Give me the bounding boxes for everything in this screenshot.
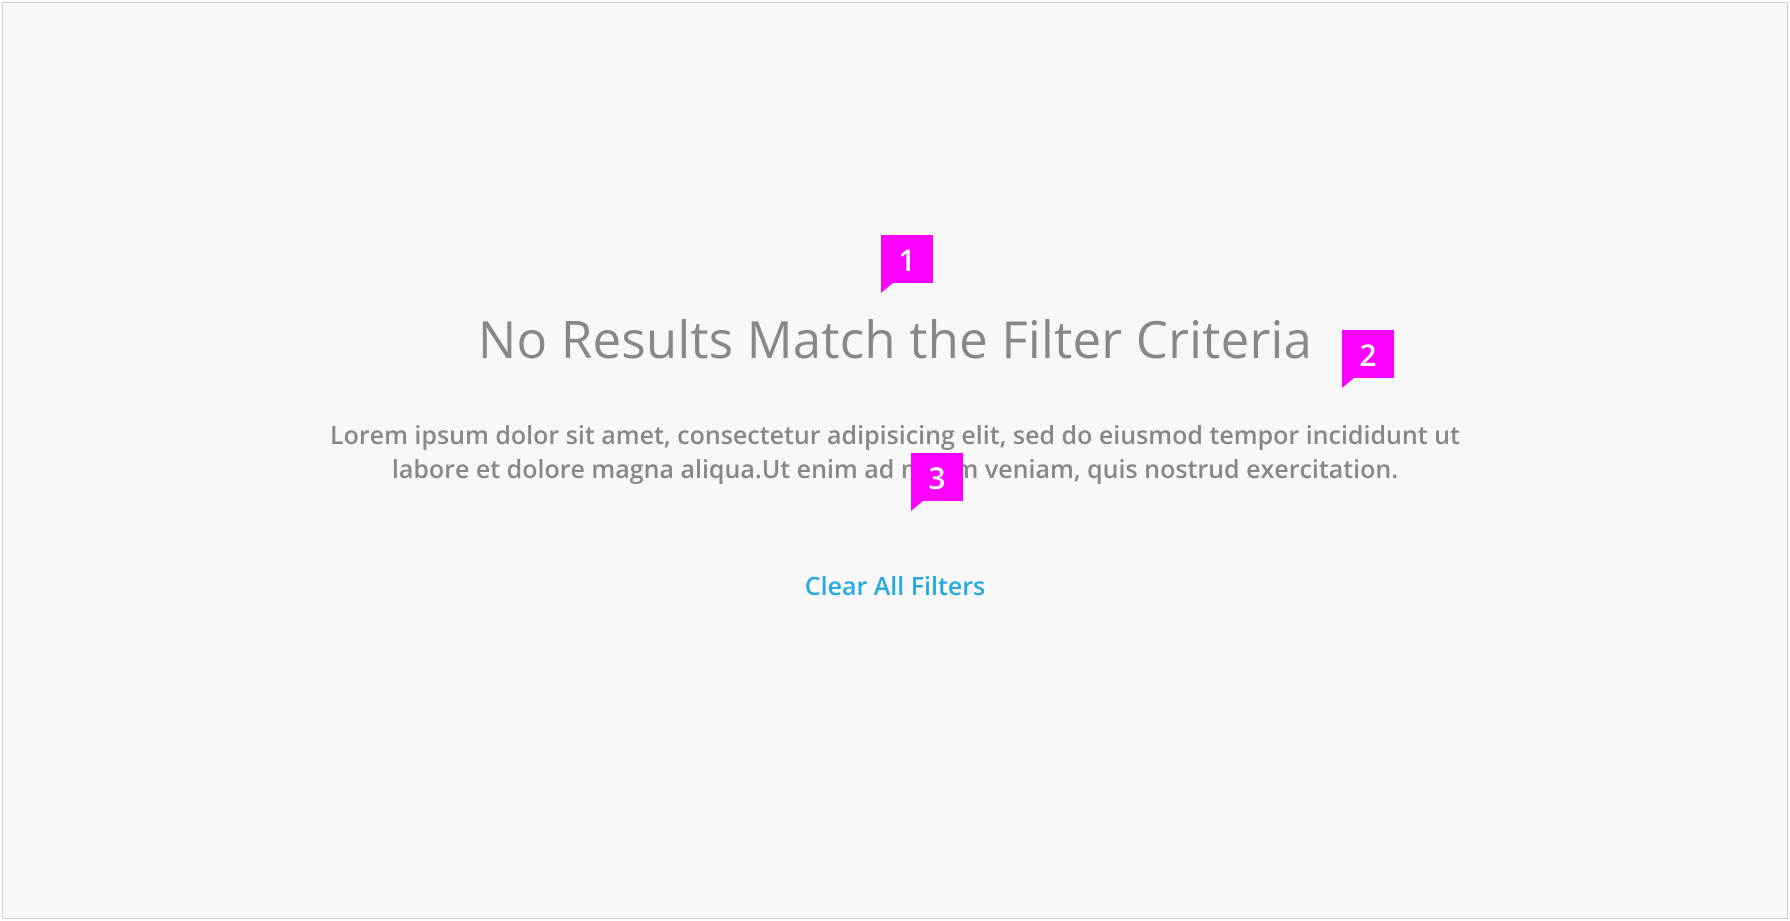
empty-state-title: No Results Match the Filter Criteria <box>43 303 1747 373</box>
annotation-callout-2: 2 <box>1342 330 1394 378</box>
annotation-callout-1: 1 <box>881 235 933 283</box>
empty-state-description: Lorem ipsum dolor sit amet, consectetur … <box>295 419 1495 487</box>
annotation-callout-3: 3 <box>911 453 963 501</box>
app-frame: No Results Match the Filter Criteria Lor… <box>2 2 1788 919</box>
clear-all-filters-link[interactable]: Clear All Filters <box>805 569 985 603</box>
empty-state-container: No Results Match the Filter Criteria Lor… <box>3 303 1787 603</box>
